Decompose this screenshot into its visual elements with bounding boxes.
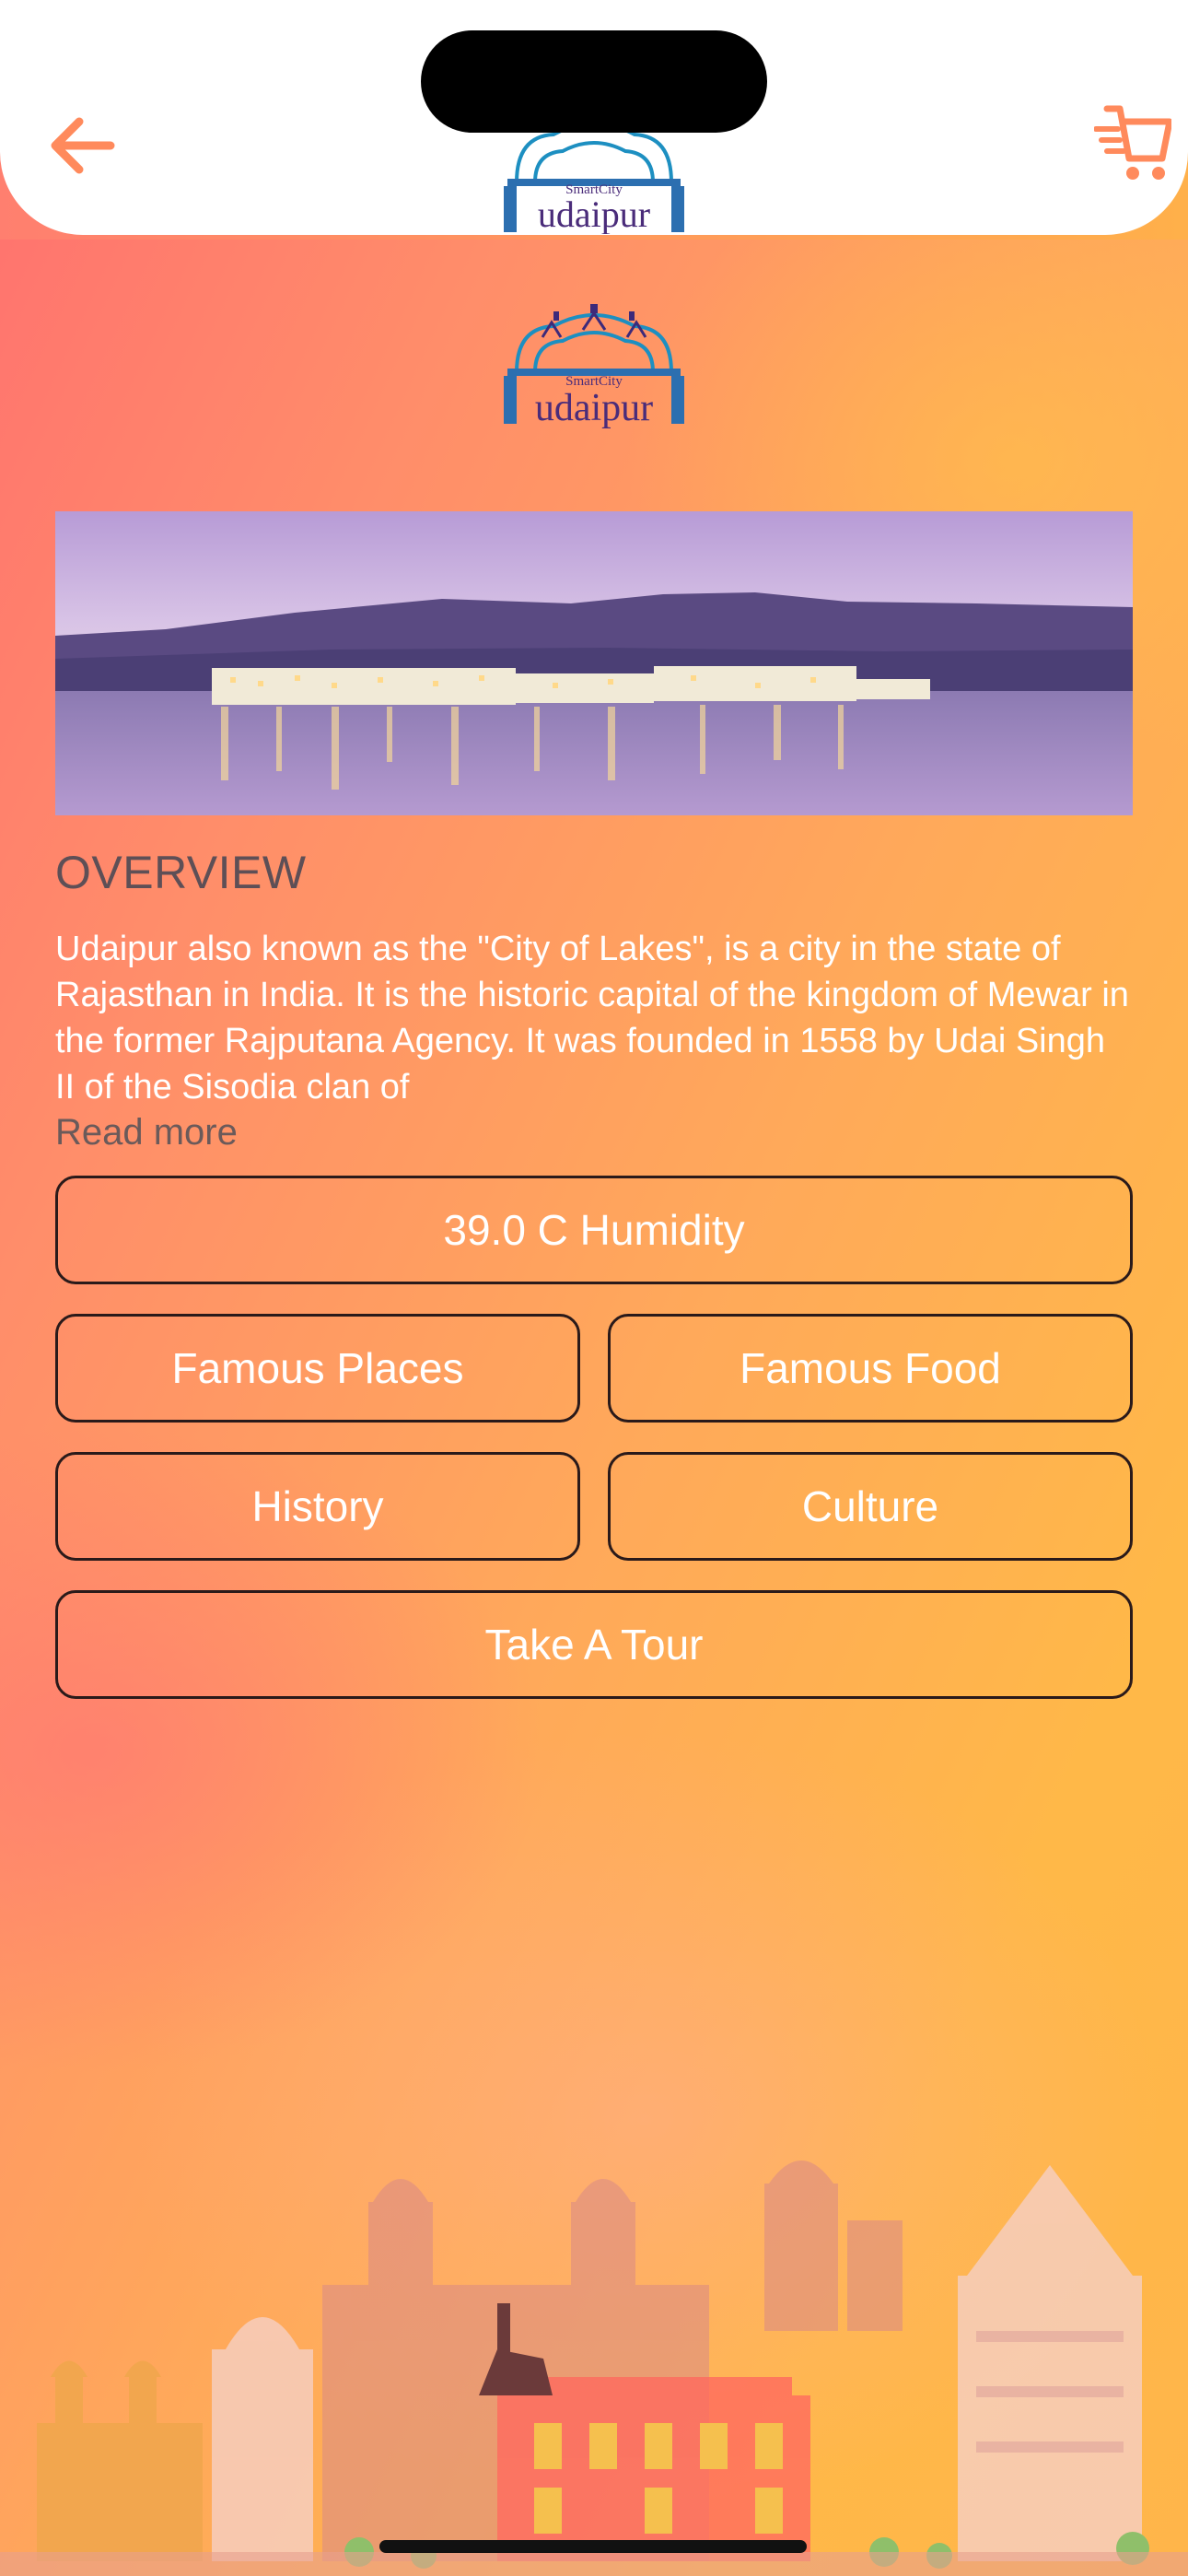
read-more-link[interactable]: Read more bbox=[55, 1112, 238, 1153]
famous-places-button[interactable]: Famous Places bbox=[55, 1314, 580, 1423]
city-logo: SmartCity udaipur bbox=[498, 304, 690, 442]
hero-lake-palace-image bbox=[55, 511, 1133, 815]
dynamic-island bbox=[421, 30, 767, 133]
history-button[interactable]: History bbox=[55, 1452, 580, 1561]
famous-food-button[interactable]: Famous Food bbox=[608, 1314, 1133, 1423]
overview-heading: OVERVIEW bbox=[55, 847, 307, 898]
cart-button[interactable] bbox=[1093, 101, 1173, 184]
shopping-cart-icon bbox=[1093, 105, 1173, 180]
logo-udaipur-text: udaipur bbox=[535, 387, 653, 429]
logo-udaipur-text: udaipur bbox=[538, 193, 650, 234]
back-button[interactable] bbox=[44, 109, 122, 182]
city-skyline-illustration bbox=[0, 2147, 1188, 2576]
arrow-left-icon bbox=[51, 117, 115, 174]
overview-description: Udaipur also known as the "City of Lakes… bbox=[55, 930, 1129, 1103]
culture-button[interactable]: Culture bbox=[608, 1452, 1133, 1561]
header-logo: SmartCity udaipur bbox=[498, 118, 690, 234]
home-indicator[interactable] bbox=[379, 2540, 807, 2553]
take-a-tour-button[interactable]: Take A Tour bbox=[55, 1590, 1133, 1699]
weather-humidity-button[interactable]: 39.0 C Humidity bbox=[55, 1176, 1133, 1284]
